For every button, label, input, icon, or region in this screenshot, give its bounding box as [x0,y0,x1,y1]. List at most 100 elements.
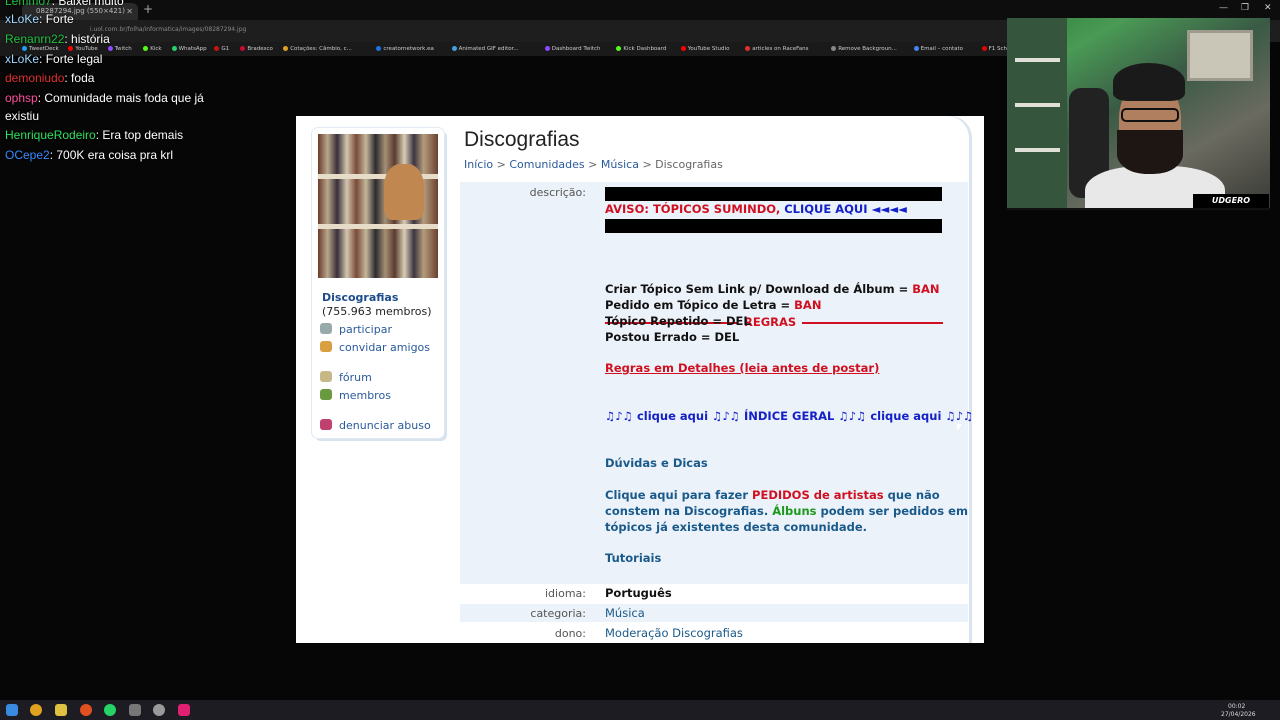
chat-username: Renanrn22 [5,32,65,46]
descricao-label: descrição: [529,186,586,199]
denunciar-abuso-link[interactable]: denunciar abuso [320,419,431,432]
description-box: descrição: AVISO: TÓPICOS SUMINDO, CLIQU… [460,182,973,584]
community-main: Discografias Início > Comunidades > Músi… [452,116,973,643]
chat-username: ophsp [5,91,38,105]
bookmark-item[interactable]: creatornetwork.ea [376,42,434,56]
chat-username: Lemmo7 [5,0,52,8]
bookmark-item[interactable]: Email – contato [913,42,963,56]
participar-link[interactable]: participar [320,323,392,336]
chat-message: HenriqueRodeiro: Era top demais [5,126,215,144]
chat-message: xLoKe: Forte [5,10,215,28]
categoria-link[interactable]: Música [605,606,645,620]
idioma-row: idioma: Português [460,584,968,602]
app-icon[interactable] [129,704,141,716]
black-bar [605,187,942,201]
duvidas-dicas-link[interactable]: Dúvidas e Dicas [605,456,708,470]
bookmark-item[interactable]: Remove Backgroun... [831,42,897,56]
chat-username: xLoKe [5,12,40,26]
app-icon[interactable] [178,704,190,716]
member-count: (755.963 membros) [322,305,432,318]
chat-message: xLoKe: Forte legal [5,50,215,68]
file-explorer-icon[interactable] [55,704,67,716]
chat-message: ophsp: Comunidade mais foda que já exist… [5,89,215,125]
rule-1: Criar Tópico Sem Link p/ Download de Álb… [605,282,940,296]
chat-username: xLoKe [5,52,40,66]
bookmark-item[interactable]: YouTube Studio [680,42,729,56]
community-sidebar: Discografias (755.963 membros) participa… [312,128,444,438]
bookmark-icon [616,45,622,51]
bookmark-item[interactable]: G1 [214,42,229,56]
breadcrumb-comunidades[interactable]: Comunidades [509,158,584,171]
windows-taskbar: 00:02 27/04/2026 [0,700,1280,720]
community-name-link[interactable]: Discografias [322,291,398,304]
chat-username: demoniudo [5,71,65,85]
aviso-line[interactable]: AVISO: TÓPICOS SUMINDO, CLIQUE AQUI ◄◄◄◄ [605,202,907,216]
cat-image [384,164,424,220]
bookmark-icon [680,45,686,51]
clock-time[interactable]: 00:02 [1228,703,1245,710]
bookmark-icon [831,45,837,51]
community-photo[interactable] [318,134,438,278]
bookmark-item[interactable]: Animated GIF editor... [451,42,519,56]
bookmark-item[interactable]: Dashboard Twitch [544,42,601,56]
forum-link[interactable]: fórum [320,371,372,384]
bookmark-item[interactable]: Kick Dashboard [616,42,666,56]
rule-3: Tópico Repetido = DEL [605,314,751,328]
breadcrumb-musica[interactable]: Música [601,158,639,171]
chat-text: : foda [64,71,95,85]
window-close-icon[interactable]: ✕ [1264,3,1272,13]
chat-username: OCepe2 [5,148,50,162]
chrome-icon[interactable] [30,704,42,716]
convidar-amigos-link[interactable]: convidar amigos [320,341,430,354]
dono-row: dono: Moderação Discografias [460,624,968,642]
whatsapp-icon[interactable] [104,704,116,716]
clock-date[interactable]: 27/04/2026 [1221,711,1256,718]
report-abuse-icon [320,419,332,430]
chat-message: demoniudo: foda [5,69,215,87]
bookmark-icon [451,45,457,51]
orkut-community-page: Discografias (755.963 membros) participa… [296,116,984,643]
forum-icon [320,371,332,382]
chat-text: : Forte [39,12,74,26]
mouse-cursor [957,424,962,431]
chat-text: : história [64,32,110,46]
bookmark-icon [913,45,919,51]
chat-text: : Era top demais [95,128,184,142]
chat-text: : Forte legal [39,52,103,66]
chat-message: Renanrn22: história [5,30,215,48]
breadcrumb-inicio[interactable]: Início [464,158,493,171]
bookmark-icon [981,45,987,51]
bookmark-item[interactable]: Cotações: Câmbio, c... [283,42,352,56]
participate-icon [320,323,332,334]
rule-2: Pedido em Tópico de Letra = BAN [605,298,822,312]
start-icon[interactable] [6,704,18,716]
membros-link[interactable]: membros [320,389,391,402]
pedidos-line-1[interactable]: Clique aqui para fazer PEDIDOS de artist… [605,488,940,502]
pedidos-line-2: constem na Discografias. Álbuns podem se… [605,504,968,518]
bookmark-item[interactable]: articles on RaceFans [745,42,809,56]
pedidos-line-3: tópicos já existentes desta comunidade. [605,520,868,534]
members-icon [320,389,332,400]
rules-details-link[interactable]: Regras em Detalhes (leia antes de postar… [605,361,879,375]
dono-link[interactable]: Moderação Discografias [605,626,743,640]
breadcrumb-current: Discografias [655,158,723,171]
chat-text: : Baixei muito [51,0,124,8]
bookmark-item[interactable]: Bradesco [240,42,273,56]
maximize-icon[interactable]: ❐ [1241,3,1249,13]
minimize-icon[interactable]: — [1219,3,1228,13]
bookmark-icon [240,45,246,51]
webcam-feed: UDGERO [1007,18,1270,210]
page-title: Discografias [464,128,580,151]
bookmark-icon [283,45,289,51]
idioma-value: Português [605,586,672,600]
bookmark-icon [376,45,382,51]
chat-username: HenriqueRodeiro [5,128,96,142]
chat-text: : 700K era coisa pra krl [49,148,174,162]
chat-message: OCepe2: 700K era coisa pra krl [5,146,215,164]
indice-geral-link[interactable]: ♫♪♫ clique aqui ♫♪♫ ÍNDICE GERAL ♫♪♫ cli… [605,409,973,423]
breadcrumb: Início > Comunidades > Música > Discogra… [464,158,723,171]
streamer-logo: UDGERO [1193,194,1269,208]
app-icon[interactable] [153,704,165,716]
app-icon[interactable] [80,704,92,716]
tutoriais-link[interactable]: Tutoriais [605,551,661,565]
